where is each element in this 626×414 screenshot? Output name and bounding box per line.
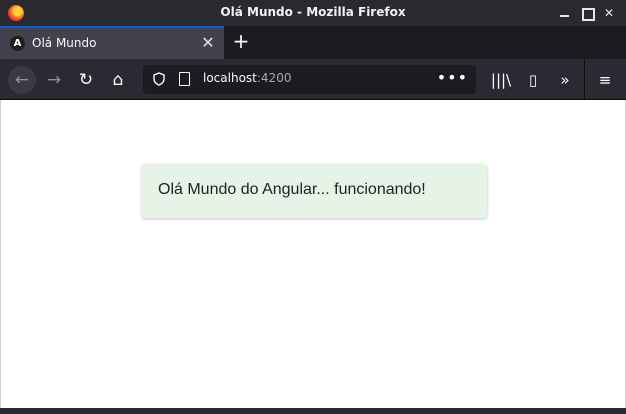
title-bar: Olá Mundo - Mozilla Firefox ✕ xyxy=(0,0,626,26)
page-actions-icon[interactable]: ••• xyxy=(437,68,468,87)
angular-favicon-icon: A xyxy=(10,36,25,51)
window-bottom-border xyxy=(0,408,626,414)
window-title: Olá Mundo - Mozilla Firefox xyxy=(220,5,406,19)
browser-window: Olá Mundo - Mozilla Firefox ✕ A Olá Mund… xyxy=(0,0,626,414)
tracking-protection-shield-icon[interactable] xyxy=(153,72,165,86)
url-host: localhost xyxy=(203,71,257,85)
close-tab-icon[interactable]: ✕ xyxy=(199,34,217,52)
url-port: :4200 xyxy=(256,71,292,85)
home-button[interactable]: ⌂ xyxy=(104,66,132,94)
maximize-button[interactable] xyxy=(578,4,596,22)
navigation-toolbar: ← → ↻ ⌂ localhost:4200 ••• |||\ ▯ » ≡ xyxy=(0,59,626,100)
close-window-button[interactable]: ✕ xyxy=(600,4,618,22)
hamburger-menu-icon[interactable]: ≡ xyxy=(592,66,618,94)
url-bar[interactable]: localhost:4200 ••• xyxy=(143,65,476,94)
forward-button[interactable]: → xyxy=(40,66,68,94)
success-alert: Olá Mundo do Angular... funcionando! xyxy=(142,164,487,218)
url-text[interactable]: localhost:4200 xyxy=(203,71,291,85)
alert-message: Olá Mundo do Angular... funcionando! xyxy=(158,181,426,198)
page-info-icon[interactable] xyxy=(179,72,190,86)
reload-button[interactable]: ↻ xyxy=(72,66,100,94)
sidebar-icon[interactable]: ▯ xyxy=(520,66,546,94)
tab-title: Olá Mundo xyxy=(32,36,97,50)
minimize-button[interactable] xyxy=(556,4,574,22)
toolbar-separator xyxy=(584,59,585,99)
tab-strip: A Olá Mundo ✕ + xyxy=(0,26,626,59)
back-button[interactable]: ← xyxy=(8,66,36,94)
library-icon[interactable]: |||\ xyxy=(488,66,514,94)
overflow-menu-icon[interactable]: » xyxy=(552,66,578,94)
new-tab-button[interactable]: + xyxy=(230,30,252,52)
tab-ola-mundo[interactable]: A Olá Mundo ✕ xyxy=(0,26,224,59)
page-content: Olá Mundo do Angular... funcionando! xyxy=(0,100,626,408)
